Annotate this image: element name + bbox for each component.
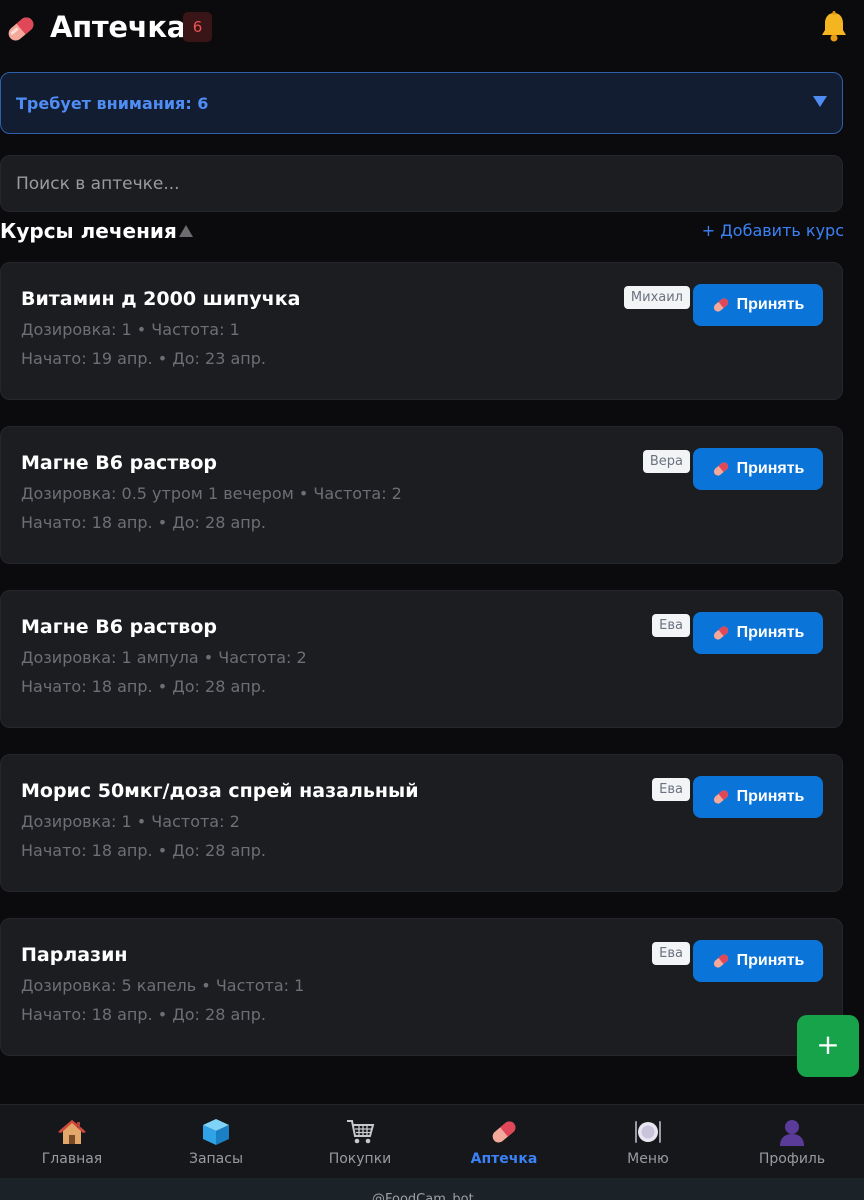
take-button[interactable]: Принять <box>693 448 823 490</box>
course-details: Дозировка: 1 • Частота: 1 <box>21 320 240 339</box>
nav-label-shopping: Покупки <box>328 1151 392 1167</box>
nav-item-medkit[interactable]: Аптечка <box>432 1105 576 1179</box>
course-name: Витамин д 2000 шипучка <box>21 288 301 310</box>
section-title: Курсы лечения <box>0 219 177 243</box>
course-name: Магне В6 раствор <box>21 616 217 638</box>
bottom-nav: Главная Запасы Покупки Аптечка Меню Проф… <box>0 1104 864 1178</box>
owner-tag: Михаил <box>623 286 690 309</box>
owner-tag: Вера <box>642 450 690 473</box>
pill-icon <box>713 954 728 968</box>
nav-item-menu[interactable]: Меню <box>576 1105 720 1179</box>
nav-label-menu: Меню <box>627 1151 669 1167</box>
course-name: Морис 50мкг/доза спрей назальный <box>21 780 419 802</box>
plate-icon <box>635 1121 661 1143</box>
take-button[interactable]: Принять <box>693 284 823 326</box>
course-card: Витамин д 2000 шипучка Дозировка: 1 • Ча… <box>0 262 843 400</box>
course-card: Магне В6 раствор Дозировка: 0.5 утром 1 … <box>0 426 843 564</box>
cart-icon <box>347 1120 375 1144</box>
attention-banner[interactable]: Требует внимания: 6 <box>0 72 843 134</box>
pill-icon <box>713 626 728 640</box>
app: Аптечка 6 Требует внимания: 6 Курсы лече… <box>0 0 864 1200</box>
owner-tag: Ева <box>652 614 690 637</box>
course-dates: Начато: 18 апр. • До: 28 апр. <box>21 513 266 532</box>
attention-label: Требует внимания: 6 <box>16 94 209 113</box>
pill-icon <box>8 17 34 41</box>
nav-label-profile: Профиль <box>758 1151 826 1167</box>
search-input[interactable] <box>1 156 842 211</box>
triangle-down-icon <box>813 96 827 107</box>
page-title: Аптечка <box>50 10 187 44</box>
bell-icon[interactable] <box>818 10 850 44</box>
nav-item-shopping[interactable]: Покупки <box>288 1105 432 1179</box>
take-button-label: Принять <box>736 460 805 477</box>
nav-item-profile[interactable]: Профиль <box>720 1105 864 1179</box>
attention-count-badge: 6 <box>183 12 212 42</box>
course-details: Дозировка: 1 ампула • Частота: 2 <box>21 648 307 667</box>
course-dates: Начато: 19 апр. • До: 23 апр. <box>21 349 266 368</box>
take-button-label: Принять <box>736 952 805 969</box>
take-button[interactable]: Принять <box>693 612 823 654</box>
pill-icon <box>713 298 728 312</box>
course-name: Магне В6 раствор <box>21 452 217 474</box>
course-dates: Начато: 18 апр. • До: 28 апр. <box>21 1005 266 1024</box>
owner-tag: Ева <box>652 942 690 965</box>
nav-label-medkit: Аптечка <box>470 1151 538 1167</box>
take-button-label: Принять <box>736 624 805 641</box>
nav-label-stock: Запасы <box>188 1151 244 1167</box>
cube-icon <box>203 1119 229 1145</box>
nav-item-stock[interactable]: Запасы <box>144 1105 288 1179</box>
header: Аптечка 6 <box>0 0 864 56</box>
course-dates: Начато: 18 апр. • До: 28 апр. <box>21 677 266 696</box>
house-icon <box>58 1120 86 1144</box>
course-details: Дозировка: 1 • Частота: 2 <box>21 812 240 831</box>
add-fab-button[interactable]: + <box>797 1015 859 1077</box>
take-button[interactable]: Принять <box>693 940 823 982</box>
owner-tag: Ева <box>652 778 690 801</box>
profile-icon <box>780 1120 804 1146</box>
pill-icon <box>713 790 728 804</box>
footer: @FoodCam_bot <box>0 1178 864 1200</box>
take-button-label: Принять <box>736 788 805 805</box>
pill-icon <box>713 462 728 476</box>
course-card: Магне В6 раствор Дозировка: 1 ампула • Ч… <box>0 590 843 728</box>
course-details: Дозировка: 5 капель • Частота: 1 <box>21 976 305 995</box>
footer-bot-link[interactable]: @FoodCam_bot <box>372 1192 474 1200</box>
course-card: Морис 50мкг/доза спрей назальный Дозиров… <box>0 754 843 892</box>
take-button[interactable]: Принять <box>693 776 823 818</box>
course-dates: Начато: 18 апр. • До: 28 апр. <box>21 841 266 860</box>
pill-icon <box>492 1121 516 1143</box>
course-name: Парлазин <box>21 944 128 966</box>
triangle-up-icon[interactable] <box>179 224 193 238</box>
add-course-link[interactable]: + Добавить курс <box>702 221 844 240</box>
course-card: Парлазин Дозировка: 5 капель • Частота: … <box>0 918 843 1056</box>
take-button-label: Принять <box>736 296 805 313</box>
nav-label-home: Главная <box>41 1151 103 1167</box>
course-details: Дозировка: 0.5 утром 1 вечером • Частота… <box>21 484 402 503</box>
search-box <box>0 155 843 212</box>
nav-item-home[interactable]: Главная <box>0 1105 144 1179</box>
